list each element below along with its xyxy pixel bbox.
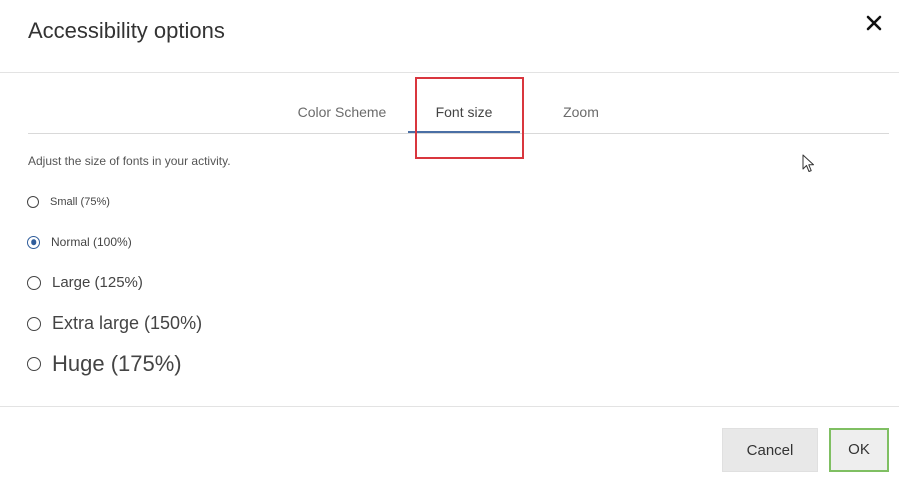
radio-button[interactable] [27,275,41,290]
option-label: Small (75%) [50,196,110,208]
font-size-option-normal[interactable]: Normal (100%) [27,235,132,249]
option-label: Large (125%) [52,274,143,291]
option-label: Normal (100%) [51,235,132,249]
font-size-option-huge[interactable]: Huge (175%) [27,351,182,377]
footer-divider [0,406,899,407]
font-size-option-extra-large[interactable]: Extra large (150%) [27,313,202,334]
highlight-annotation-box [415,77,524,159]
radio-button[interactable] [27,196,39,208]
font-size-option-large[interactable]: Large (125%) [27,274,143,291]
tab-zoom[interactable]: Zoom [540,91,622,133]
option-label: Huge (175%) [52,351,182,376]
tab-color-scheme[interactable]: Color Scheme [286,91,398,133]
radio-button[interactable] [27,316,41,331]
font-size-option-small[interactable]: Small (75%) [27,196,110,208]
dialog-title: Accessibility options [28,18,225,43]
radio-button-checked[interactable] [27,235,40,249]
accessibility-options-dialog: Accessibility options Color Scheme Font … [0,0,899,490]
ok-button[interactable]: OK [829,428,889,472]
dialog-header: Accessibility options [0,0,899,73]
font-size-instructions: Adjust the size of fonts in your activit… [28,154,231,168]
option-label: Extra large (150%) [52,313,203,333]
mouse-pointer-icon [802,154,816,174]
radio-button[interactable] [27,357,41,371]
cancel-button[interactable]: Cancel [722,428,818,472]
close-icon[interactable] [863,12,885,34]
